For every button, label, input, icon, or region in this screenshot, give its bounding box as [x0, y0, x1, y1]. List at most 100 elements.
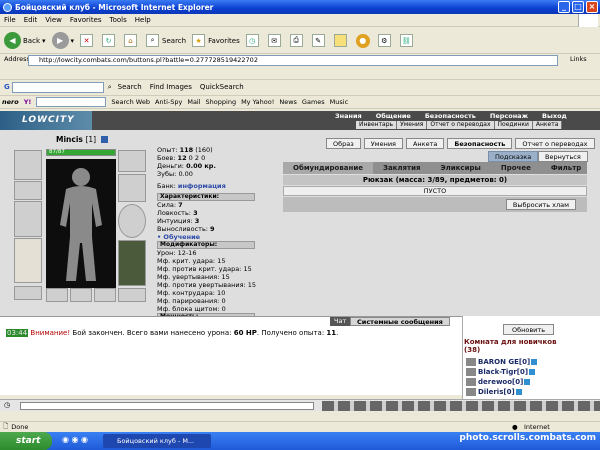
refresh-button[interactable]: ↻: [102, 34, 118, 47]
search-web-button[interactable]: Search Web: [111, 98, 150, 106]
taskbar-ie-window[interactable]: Бойцовский клуб - M...: [103, 434, 211, 448]
chat-input[interactable]: [20, 402, 314, 410]
news-link[interactable]: News: [279, 98, 297, 106]
tab-chat[interactable]: Чат: [330, 317, 351, 326]
subnav-skills[interactable]: Умения: [397, 121, 428, 129]
menu-tools[interactable]: Tools: [106, 14, 131, 27]
belt-slot[interactable]: [14, 286, 42, 300]
maximize-button[interactable]: □: [572, 1, 584, 13]
home-button[interactable]: ⌂: [124, 34, 140, 47]
stop-button[interactable]: ✕: [80, 34, 96, 47]
mail-link[interactable]: Mail: [187, 98, 200, 106]
hint-button[interactable]: Подсказка: [488, 151, 539, 162]
links-label[interactable]: Links: [570, 55, 587, 63]
back-button[interactable]: ◀ Back ▾: [4, 32, 46, 49]
transfers-button[interactable]: Отчет о переводах: [515, 138, 595, 149]
menu-edit[interactable]: Edit: [20, 14, 42, 27]
google-search-input[interactable]: [11, 81, 104, 93]
start-button[interactable]: start: [0, 432, 52, 450]
modifiers-header[interactable]: Модификаторы:: [157, 241, 255, 249]
user-list-item[interactable]: BARON GE [0]: [466, 358, 538, 366]
user-list-item[interactable]: Black-Tigr [0]: [466, 368, 536, 376]
menu-favorites[interactable]: Favorites: [66, 14, 106, 27]
tab-equipment[interactable]: Обмундирование: [283, 162, 373, 174]
messenger-button[interactable]: ●: [355, 33, 372, 48]
character-buttons: Образ Умения Анкета Безопасность Отчет о…: [326, 138, 598, 149]
ring-slot[interactable]: [46, 288, 68, 302]
minimize-button[interactable]: _: [558, 1, 570, 13]
tab-system-messages[interactable]: Системные сообщения: [350, 317, 450, 326]
character-stats: Опыт: 118 (160) Боев: 12 0 2 0 Деньги: 0…: [157, 146, 256, 321]
ring-slot[interactable]: [94, 288, 116, 302]
shield-slot[interactable]: [118, 204, 146, 238]
address-input[interactable]: http://lowcity.combats.com/buttons.pl?ba…: [28, 55, 558, 66]
nav-character[interactable]: Персонаж: [483, 112, 535, 120]
subnav-battles[interactable]: Поединки: [494, 121, 533, 129]
anti-spy-button[interactable]: Anti-Spy: [155, 98, 182, 106]
helmet-slot[interactable]: [14, 150, 42, 180]
refresh-room-button[interactable]: Обновить: [503, 324, 555, 335]
menu-help[interactable]: Help: [131, 14, 155, 27]
profile-button[interactable]: Анкета: [405, 138, 445, 149]
search-button[interactable]: ⌕ Search: [146, 34, 186, 47]
my-yahoo-link[interactable]: My Yahoo!: [241, 98, 274, 106]
weapon-slot[interactable]: [14, 201, 42, 237]
chat-action-buttons[interactable]: [322, 401, 600, 411]
print-button[interactable]: ⎙: [289, 34, 306, 47]
security-button[interactable]: Безопасность: [447, 138, 513, 149]
subnav-transfers[interactable]: Отчет о переводах: [427, 121, 495, 129]
menu-file[interactable]: File: [0, 14, 20, 27]
bank-info-link[interactable]: информация: [178, 182, 226, 190]
info-icon[interactable]: [529, 369, 536, 375]
image-button[interactable]: Образ: [326, 138, 361, 149]
history-button[interactable]: ◷: [245, 34, 262, 47]
shopping-link[interactable]: Shopping: [206, 98, 237, 106]
quicksearch-button[interactable]: QuickSearch: [200, 83, 244, 91]
games-link[interactable]: Games: [302, 98, 325, 106]
find-images-button[interactable]: Find Images: [150, 83, 192, 91]
tab-filter[interactable]: Фильтр: [541, 162, 591, 174]
gloves-slot[interactable]: [118, 174, 146, 202]
user-list-item[interactable]: derewoo [0]: [466, 378, 531, 386]
nav-knowledge[interactable]: Знания: [328, 112, 369, 120]
pants-slot[interactable]: [118, 240, 146, 286]
tab-spells[interactable]: Заклятия: [373, 162, 431, 174]
armor-slot[interactable]: [14, 238, 42, 283]
nav-communication[interactable]: Общение: [369, 112, 418, 120]
info-icon[interactable]: [100, 136, 108, 143]
bracer-slot[interactable]: [14, 181, 42, 200]
music-link[interactable]: Music: [330, 98, 349, 106]
training-link[interactable]: • Обучение: [157, 233, 256, 241]
tab-elixirs[interactable]: Эликсиры: [431, 162, 491, 174]
links-button[interactable]: ⛓: [399, 34, 416, 47]
folder-button[interactable]: [333, 34, 350, 47]
menu-view[interactable]: View: [41, 14, 66, 27]
yahoo-search-input[interactable]: [36, 97, 107, 107]
shoulder-slot[interactable]: [118, 150, 146, 172]
close-button[interactable]: ×: [586, 1, 598, 13]
research-icon: ⚙: [377, 34, 391, 47]
nav-exit[interactable]: Выход: [535, 112, 574, 120]
user-list-item[interactable]: Dileris [0]: [466, 388, 522, 396]
edit-button[interactable]: ✎: [311, 34, 328, 47]
info-icon[interactable]: [531, 359, 538, 365]
throw-junk-button[interactable]: Выбросить хлам: [505, 199, 576, 210]
clock-icon[interactable]: ◷: [4, 401, 10, 409]
subnav-inventory[interactable]: Инвентарь: [356, 121, 398, 129]
info-icon[interactable]: [524, 379, 531, 385]
google-search-button[interactable]: Search: [118, 83, 142, 91]
favorites-button[interactable]: ★ Favorites: [192, 34, 240, 47]
info-icon[interactable]: [515, 389, 522, 395]
nav-security[interactable]: Безопасность: [418, 112, 483, 120]
subnav-profile[interactable]: Анкета: [532, 121, 563, 129]
return-button[interactable]: Вернуться: [538, 151, 588, 162]
forward-button[interactable]: ▶ ▾: [51, 32, 74, 49]
skills-button[interactable]: Умения: [363, 138, 403, 149]
boots-slot[interactable]: [118, 288, 146, 302]
quicklaunch-icons[interactable]: ◉ ◉ ◉: [62, 435, 88, 444]
research-button[interactable]: ⚙: [377, 34, 394, 47]
characteristics-header[interactable]: Характеристики:: [157, 193, 255, 201]
tab-other[interactable]: Прочее: [491, 162, 541, 174]
mail-button[interactable]: ✉: [267, 34, 284, 47]
ring-slot[interactable]: [70, 288, 92, 302]
